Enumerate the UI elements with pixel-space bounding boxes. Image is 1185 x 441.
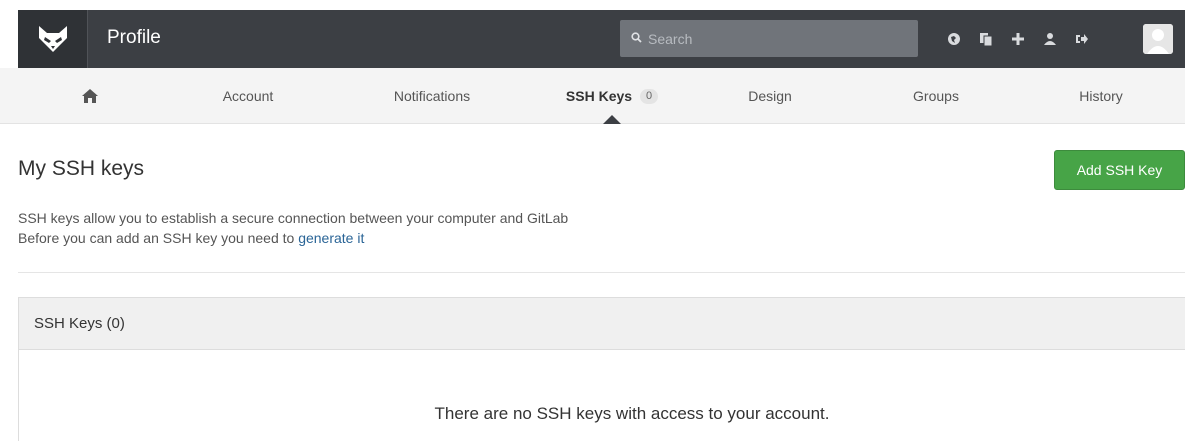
tab-ssh-keys-label: SSH Keys (565, 88, 633, 104)
search-icon (631, 32, 642, 43)
plus-icon[interactable] (1004, 25, 1032, 53)
panel-title: SSH Keys (0) (19, 298, 1185, 350)
tab-groups[interactable]: Groups (886, 68, 986, 124)
tab-account-label: Account (222, 88, 274, 104)
copy-icon[interactable] (972, 25, 1000, 53)
tab-home[interactable] (40, 68, 140, 124)
tab-notifications[interactable]: Notifications (372, 68, 492, 124)
gitlab-logo[interactable] (18, 10, 88, 68)
user-icon[interactable] (1036, 25, 1064, 53)
tab-history-label: History (1079, 88, 1123, 104)
empty-message: There are no SSH keys with access to you… (434, 404, 830, 423)
home-icon (82, 89, 98, 103)
tab-groups-label: Groups (913, 88, 959, 104)
ssh-keys-count-badge: 0 (640, 88, 659, 104)
tab-notifications-label: Notifications (393, 88, 471, 104)
globe-icon[interactable] (940, 25, 968, 53)
ssh-keys-panel: SSH Keys (0) There are no SSH keys with … (18, 297, 1185, 441)
tab-account[interactable]: Account (193, 68, 303, 124)
page-title: My SSH keys (18, 157, 145, 180)
app-title[interactable]: Profile (107, 27, 161, 49)
ssh-description: SSH keys allow you to establish a secure… (18, 208, 568, 248)
add-ssh-key-button[interactable]: Add SSH Key (1054, 150, 1185, 190)
tab-history[interactable]: History (1051, 68, 1151, 124)
sign-out-icon[interactable] (1068, 25, 1096, 53)
description-line-2-text: Before you can add an SSH key you need t… (18, 230, 295, 246)
description-line-1: SSH keys allow you to establish a secure… (18, 210, 569, 226)
navbar-icons (940, 10, 1100, 68)
generate-it-link[interactable]: generate it (298, 230, 364, 246)
fox-logo-icon (38, 26, 67, 52)
avatar[interactable] (1143, 24, 1173, 54)
tab-design-label: Design (748, 88, 792, 104)
active-tab-caret (603, 115, 621, 124)
search-input[interactable] (648, 29, 908, 48)
divider (18, 272, 1185, 273)
search-box[interactable] (620, 20, 918, 57)
top-navbar: Profile (18, 10, 1185, 68)
profile-tabs: Account Notifications SSH Keys 0 Design … (0, 68, 1185, 124)
description-line-2: Before you can add an SSH key you need t… (18, 228, 568, 248)
user-avatar-icon (1143, 24, 1173, 54)
tab-design[interactable]: Design (720, 68, 820, 124)
